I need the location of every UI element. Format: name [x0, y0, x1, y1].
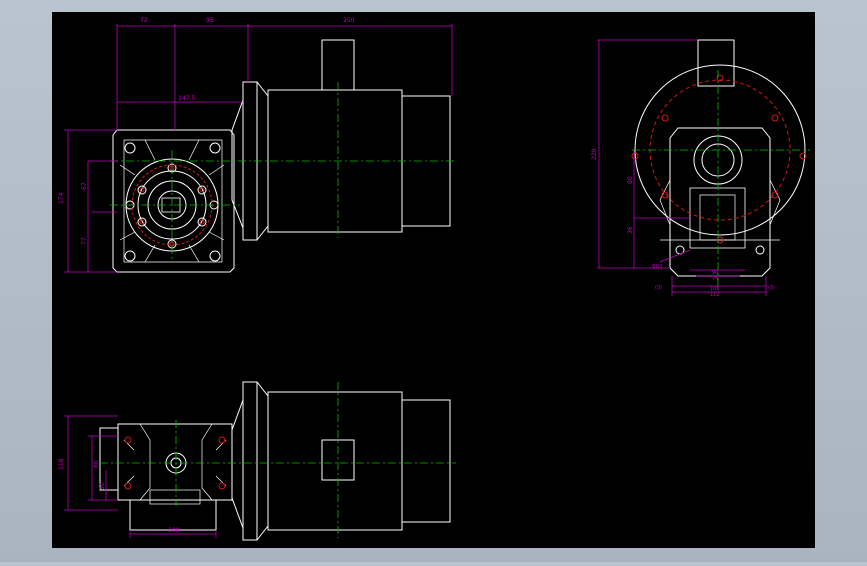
dim-top-95: 95: [206, 17, 214, 24]
cad-viewer: 72 95 250 147.5 174 67 77 229 80 36 Φ63 …: [0, 0, 867, 562]
dim-side-74: 74: [712, 276, 718, 282]
dim-left-77: 77: [81, 237, 88, 245]
dim-side-36: 36: [627, 226, 634, 234]
dim-bottom-100: 100: [168, 527, 180, 534]
dim-top-250: 250: [343, 17, 355, 24]
dim-bottom-80: 80: [93, 460, 100, 468]
dim-inner-147-5: 147.5: [178, 95, 195, 102]
dim-side-112: 112: [710, 292, 720, 298]
dim-side-phi63: Φ63: [652, 264, 662, 270]
dim-side-mark-left: (3): [655, 285, 662, 291]
dim-top-72: 72: [140, 17, 148, 24]
dim-bottom-118: 118: [58, 458, 65, 470]
cad-drawing-canvas[interactable]: 72 95 250 147.5 174 67 77 229 80 36 Φ63 …: [0, 0, 867, 562]
dim-bottom-50: 50: [99, 482, 106, 490]
dim-side-229: 229: [591, 148, 598, 160]
dim-left-67: 67: [81, 182, 88, 190]
dim-side-80: 80: [627, 176, 634, 184]
dim-left-174: 174: [58, 192, 65, 204]
dim-side-mark-right: (3): [768, 285, 775, 291]
drawing-background: [52, 12, 815, 548]
